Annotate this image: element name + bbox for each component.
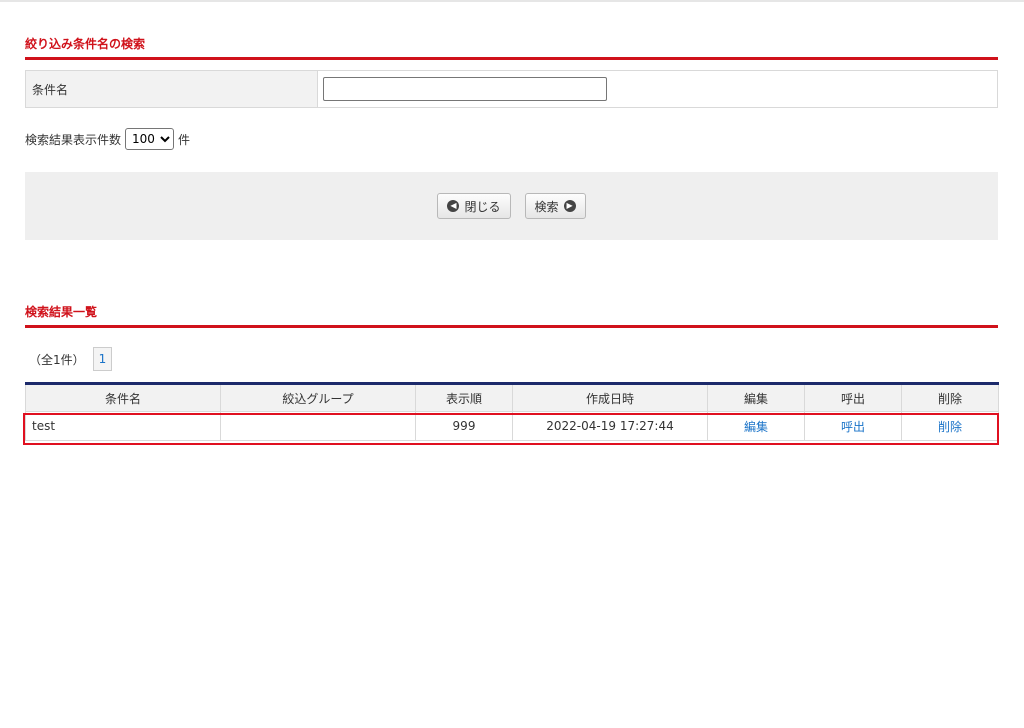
result-count-select[interactable]: 100 [125, 128, 175, 150]
col-header-call: 呼出 [804, 383, 902, 412]
result-count-row: 検索結果表示件数 100 件 [25, 128, 190, 150]
condition-name-label: 条件名 [26, 71, 318, 107]
cell-created-at: 2022-04-19 17:27:44 [512, 411, 708, 441]
cell-call: 呼出 [804, 411, 902, 441]
results-section-title: 検索結果一覧 [25, 304, 998, 328]
col-header-filter-group[interactable]: 絞込グループ [220, 383, 416, 412]
top-divider [0, 0, 1024, 2]
delete-link[interactable]: 削除 [938, 420, 962, 434]
page-link-1[interactable]: 1 [92, 347, 113, 371]
results-table: 条件名 絞込グループ 表示順 作成日時 編集 呼出 削除 test 999 20… [25, 382, 999, 441]
search-button[interactable]: 検索 ▶ [524, 193, 586, 219]
pagination: （全1件） 1 [29, 347, 113, 371]
col-header-edit: 編集 [707, 383, 805, 412]
chevron-right-icon: ▶ [563, 200, 576, 212]
total-count: （全1件） [29, 352, 85, 367]
close-button-label: 閉じる [464, 199, 501, 214]
table-header-row: 条件名 絞込グループ 表示順 作成日時 編集 呼出 削除 [25, 383, 999, 412]
cell-display-order: 999 [415, 411, 513, 441]
col-header-delete: 削除 [901, 383, 999, 412]
button-panel: ◀ 閉じる 検索 ▶ [25, 172, 998, 240]
search-section-title: 絞り込み条件名の検索 [25, 36, 998, 60]
col-header-created-at[interactable]: 作成日時 [512, 383, 708, 412]
condition-name-cell [318, 71, 997, 107]
close-button[interactable]: ◀ 閉じる [437, 193, 511, 219]
result-count-label: 検索結果表示件数 [25, 132, 122, 147]
result-count-unit: 件 [178, 132, 191, 147]
cell-condition-name: test [25, 411, 221, 441]
table-row: test 999 2022-04-19 17:27:44 編集 呼出 削除 [25, 411, 999, 441]
cell-delete: 削除 [901, 411, 999, 441]
search-button-label: 検索 [534, 199, 559, 214]
chevron-left-icon: ◀ [447, 200, 460, 212]
cell-edit: 編集 [707, 411, 805, 441]
call-link[interactable]: 呼出 [841, 420, 865, 434]
col-header-condition-name[interactable]: 条件名 [25, 383, 221, 412]
edit-link[interactable]: 編集 [744, 420, 768, 434]
cell-filter-group [220, 411, 416, 441]
search-form-table: 条件名 [25, 70, 998, 108]
condition-name-input[interactable] [323, 77, 607, 101]
col-header-display-order[interactable]: 表示順 [415, 383, 513, 412]
